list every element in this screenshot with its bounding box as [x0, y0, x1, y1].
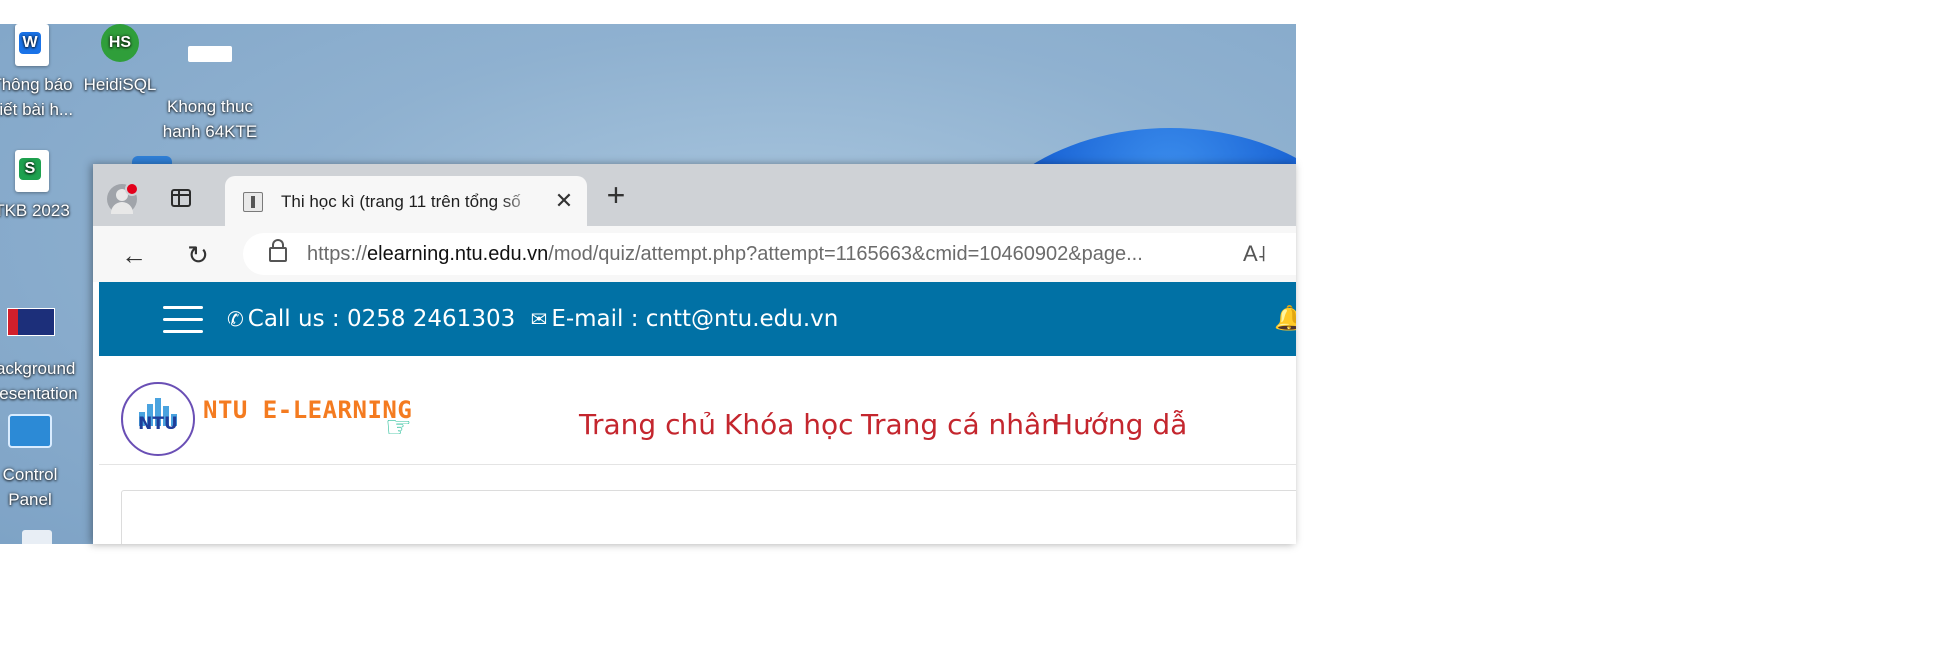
url-text[interactable]: https://elearning.ntu.edu.vn/mod/quiz/at…: [307, 242, 1143, 266]
site-topbar: ✆ Call us : 0258 2461303 ✉ E-mail : cntt@n…: [99, 282, 1296, 356]
nav-profile[interactable]: Trang cá nhân: [861, 408, 1059, 442]
url-path: /mod/quiz/attempt.php?attempt=1165663&cm…: [548, 243, 1143, 265]
nav-home[interactable]: Trang chủ: [579, 408, 716, 442]
content-card: [121, 490, 1296, 544]
desktop-icon-label: Khong thuc hanh 64KTE: [162, 97, 258, 141]
site-header: NTU NTU E-LEARNING ☞ Trang chủ Khóa học …: [99, 356, 1296, 465]
tab-title: Thi học kì (trang 11 trên tổng số: [281, 192, 521, 211]
ntu-logo[interactable]: NTU: [121, 382, 195, 456]
email-text: E-mail : cntt@ntu.edu.vn: [551, 306, 839, 332]
desktop-icon-background-presentation[interactable]: Background Presentation: [0, 300, 80, 406]
phone-text: Call us : 0258 2461303: [247, 306, 516, 332]
nav-courses[interactable]: Khóa học: [724, 408, 854, 442]
tab-actions-icon[interactable]: [171, 189, 191, 207]
presentation-thumbnail-icon: [7, 308, 55, 354]
refresh-button[interactable]: ↻: [181, 238, 215, 272]
address-bar[interactable]: https://elearning.ntu.edu.vn/mod/quiz/at…: [243, 233, 1296, 275]
desktop-icon-label: HeidiSQL: [83, 75, 157, 94]
envelope-icon: ✉: [530, 307, 548, 331]
desktop-icon-label: TKB 2023: [0, 201, 70, 220]
desktop-icon-partial[interactable]: [22, 530, 52, 544]
tab-close-button[interactable]: ✕: [551, 188, 577, 214]
nav-guide[interactable]: Hướng dẫ: [1052, 408, 1187, 442]
control-panel-icon: [7, 414, 53, 460]
desktop-icon-control-panel[interactable]: Control Panel: [0, 410, 80, 512]
logo-text[interactable]: NTU E-LEARNING: [203, 396, 412, 424]
url-scheme: https://: [307, 243, 368, 265]
profile-avatar-button[interactable]: [107, 182, 139, 214]
browser-toolbar: ← ↻ https://elearning.ntu.edu.vn/mod/qui…: [93, 226, 1296, 282]
browser-window: Thi học kì (trang 11 trên tổng số ✕ + ← …: [93, 164, 1296, 544]
desktop-icon-heidisql[interactable]: HS HeidiSQL: [70, 24, 170, 97]
tab-active[interactable]: Thi học kì (trang 11 trên tổng số ✕: [225, 176, 587, 226]
desktop-icon-label: Control Panel: [2, 465, 58, 509]
notification-dot-icon: [125, 182, 139, 196]
hamburger-menu-icon[interactable]: [163, 306, 203, 334]
phone-icon: ✆: [227, 307, 244, 331]
sheet-doc-icon: S: [9, 150, 55, 196]
desktop-icon-khong-thuc-hanh[interactable]: Khong thuc hanh 64KTE: [160, 24, 260, 144]
contact-info: ✆ Call us : 0258 2461303 ✉ E-mail : cntt@n…: [227, 304, 838, 334]
lock-icon[interactable]: [269, 239, 287, 262]
url-host: elearning.ntu.edu.vn: [367, 243, 549, 265]
back-button[interactable]: ←: [117, 238, 151, 272]
logo-badge-text: NTU: [138, 414, 178, 434]
desktop-icon-tkb[interactable]: S TKB 2023: [0, 150, 82, 223]
new-tab-button[interactable]: +: [601, 179, 631, 211]
heidisql-icon: HS: [97, 24, 143, 70]
read-aloud-icon[interactable]: A˨: [1243, 241, 1266, 267]
pointer-hand-icon: ☞: [385, 411, 412, 444]
desktop-icon-label: Background Presentation: [0, 359, 78, 403]
file-thumbnail-icon: [187, 46, 233, 92]
page-favicon-icon: [243, 192, 263, 212]
tab-strip: Thi học kì (trang 11 trên tổng số ✕ +: [93, 164, 1296, 226]
bell-icon[interactable]: 🔔: [1274, 304, 1296, 333]
word-doc-icon: W: [9, 24, 55, 70]
